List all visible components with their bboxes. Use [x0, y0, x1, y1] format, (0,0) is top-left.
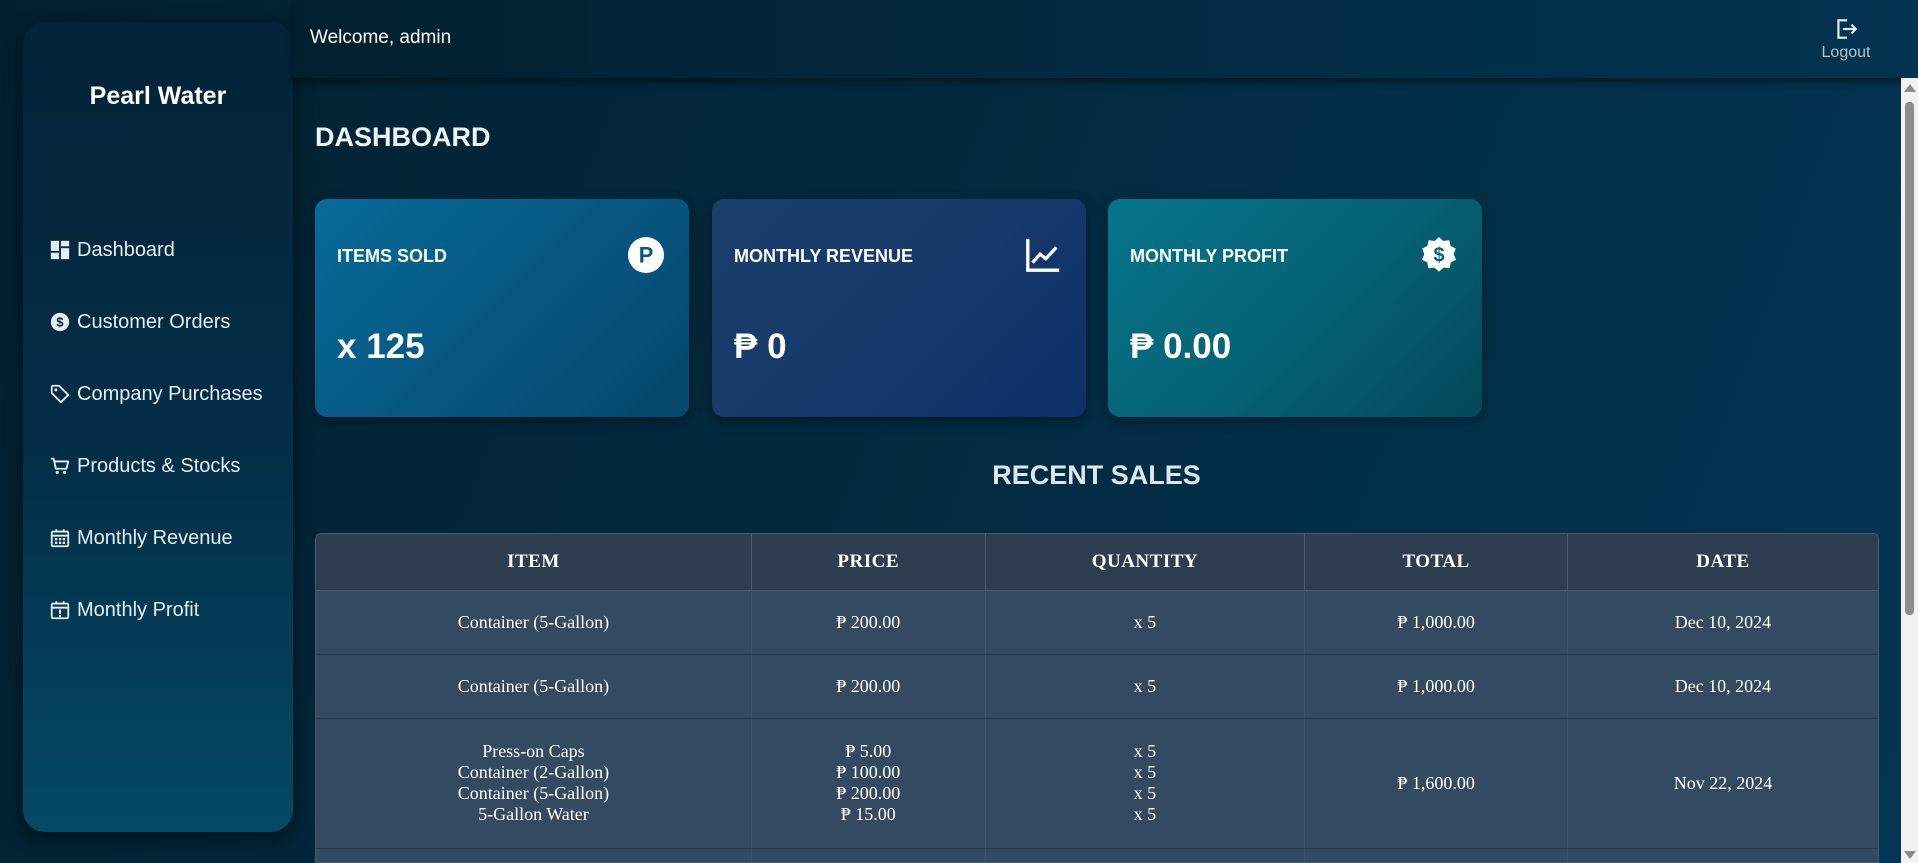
item-price: ₱ 100.00	[836, 762, 901, 782]
logout-icon	[1837, 19, 1858, 39]
sidebar-item-label: Monthly Profit	[77, 598, 200, 621]
item-quantity: x 5	[1133, 783, 1157, 803]
dashboard-icon	[49, 239, 71, 261]
column-header-quantity: QUANTITY	[985, 534, 1306, 591]
welcome-text: Welcome, admin	[310, 27, 452, 48]
card-label: MONTHLY PROFIT	[1130, 246, 1289, 266]
item-name: Container (5-Gallon)	[457, 611, 610, 632]
item-name: 5-Gallon Water	[478, 804, 589, 824]
column-header-total: TOTAL	[1304, 534, 1568, 591]
scroll-down-arrow-icon[interactable]	[1904, 851, 1916, 859]
cell-date: Nov 22, 2024	[1567, 718, 1878, 849]
card-value: ₱ 0.00	[1130, 327, 1232, 366]
item-quantity: x 5	[1133, 804, 1157, 824]
table-header-row: ITEM PRICE QUANTITY TOTAL DATE	[316, 534, 1878, 591]
item-price: ₱ 200.00	[836, 611, 901, 632]
cell-date: Dec 10, 2024	[1567, 590, 1878, 655]
peso-circle-icon: P	[627, 236, 665, 274]
monthly-profit-card: MONTHLY PROFIT $ ₱ 0.00	[1108, 199, 1482, 417]
cell-price: ₱ 5.00 ₱ 100.00 ₱ 200.00 ₱ 15.00	[751, 718, 986, 849]
cell-quantity: x 5	[985, 654, 1306, 719]
brand-title: Pearl Water	[89, 82, 227, 110]
cell-price	[751, 848, 986, 862]
top-bar: Welcome, admin Logout	[293, 0, 1918, 78]
item-name: Container (5-Gallon)	[457, 675, 610, 696]
cart-icon	[49, 455, 71, 477]
table-row	[316, 848, 1878, 862]
card-value: x 125	[337, 327, 425, 366]
svg-text:P: P	[639, 243, 654, 268]
svg-text:$: $	[56, 315, 63, 330]
column-header-item: ITEM	[316, 534, 752, 591]
item-quantity: x 5	[1133, 741, 1157, 761]
table-row: Container (5-Gallon) ₱ 200.00 x 5 ₱ 1,00…	[316, 654, 1878, 719]
sidebar-item-customer-orders[interactable]: $ Customer Orders	[49, 286, 289, 358]
scroll-thumb[interactable]	[1905, 102, 1914, 615]
sidebar-item-label: Dashboard	[77, 238, 175, 261]
cell-quantity	[985, 848, 1306, 862]
item-name: Container (5-Gallon)	[457, 783, 610, 803]
page-title: DASHBOARD	[315, 122, 491, 152]
cell-item: Press-on Caps Container (2-Gallon) Conta…	[316, 718, 752, 849]
svg-text:$: $	[1433, 245, 1444, 267]
items-sold-card: ITEMS SOLD P x 125	[315, 199, 689, 417]
cell-item: Container (5-Gallon)	[316, 654, 752, 719]
sidebar-item-label: Monthly Revenue	[77, 526, 233, 549]
table-row: Press-on Caps Container (2-Gallon) Conta…	[316, 718, 1878, 849]
cell-total: ₱ 1,000.00	[1304, 590, 1568, 655]
cell-date	[1567, 848, 1878, 862]
cell-date: Dec 10, 2024	[1567, 654, 1878, 719]
sidebar-item-monthly-revenue[interactable]: Monthly Revenue	[49, 502, 289, 574]
item-quantity: x 5	[1133, 611, 1157, 632]
cell-quantity: x 5	[985, 590, 1306, 655]
dollar-badge-icon: $	[1421, 236, 1457, 272]
tag-icon	[49, 383, 71, 405]
sidebar: Pearl Water Dashboard $ Customer Orders …	[23, 22, 293, 832]
item-price: ₱ 15.00	[840, 804, 896, 824]
calendar-icon	[49, 527, 71, 549]
table-row: Container (5-Gallon) ₱ 200.00 x 5 ₱ 1,00…	[316, 590, 1878, 655]
page-scrollbar[interactable]	[1901, 78, 1918, 863]
item-quantity: x 5	[1133, 762, 1157, 782]
card-label: MONTHLY REVENUE	[734, 246, 914, 266]
sidebar-item-products-stocks[interactable]: Products & Stocks	[49, 430, 289, 502]
cell-quantity: x 5 x 5 x 5 x 5	[985, 718, 1306, 849]
logout-button[interactable]: Logout	[1816, 16, 1876, 62]
cell-total: ₱ 1,600.00	[1304, 718, 1568, 849]
cell-price: ₱ 200.00	[751, 654, 986, 719]
column-header-date: DATE	[1567, 534, 1878, 591]
calendar-alert-icon	[49, 599, 71, 621]
column-header-price: PRICE	[751, 534, 986, 591]
item-price: ₱ 200.00	[836, 783, 901, 803]
logout-label: Logout	[1821, 44, 1871, 61]
item-name: Container (2-Gallon)	[457, 762, 610, 782]
recent-sales-title: RECENT SALES	[992, 460, 1201, 490]
cell-item: Container (5-Gallon)	[316, 590, 752, 655]
dollar-circle-icon: $	[49, 311, 71, 333]
item-name: Press-on Caps	[482, 741, 585, 761]
cell-item	[316, 848, 752, 862]
sidebar-item-dashboard[interactable]: Dashboard	[49, 214, 289, 286]
cell-total: ₱ 1,000.00	[1304, 654, 1568, 719]
scroll-up-arrow-icon[interactable]	[1904, 84, 1916, 92]
item-quantity: x 5	[1133, 675, 1157, 696]
sidebar-item-label: Products & Stocks	[77, 454, 241, 477]
line-chart-icon	[1026, 238, 1060, 272]
sidebar-item-company-purchases[interactable]: Company Purchases	[49, 358, 289, 430]
item-price: ₱ 5.00	[845, 741, 892, 761]
sidebar-item-monthly-profit[interactable]: Monthly Profit	[49, 574, 289, 646]
item-price: ₱ 200.00	[836, 675, 901, 696]
recent-sales-table: ITEM PRICE QUANTITY TOTAL DATE Container…	[315, 533, 1879, 863]
card-value: ₱ 0	[734, 327, 787, 366]
monthly-revenue-card: MONTHLY REVENUE ₱ 0	[712, 199, 1086, 417]
sidebar-item-label: Company Purchases	[77, 382, 263, 405]
card-label: ITEMS SOLD	[337, 246, 448, 266]
sidebar-item-label: Customer Orders	[77, 310, 231, 333]
cell-total	[1304, 848, 1568, 862]
sidebar-nav: Dashboard $ Customer Orders Company Purc…	[49, 214, 289, 646]
cell-price: ₱ 200.00	[751, 590, 986, 655]
